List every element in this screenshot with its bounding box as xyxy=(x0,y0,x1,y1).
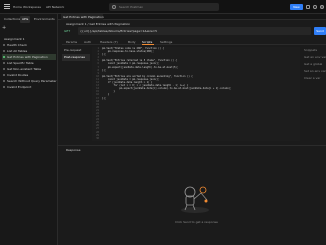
search-icon xyxy=(112,5,116,9)
tab-auth[interactable]: Auth xyxy=(84,39,91,45)
tab-apis[interactable]: APIs xyxy=(20,16,31,23)
home-link[interactable]: Home xyxy=(13,4,22,10)
astronaut-illustration xyxy=(181,186,209,213)
search-placeholder: Search Postman xyxy=(119,5,144,9)
request-method-icon xyxy=(3,80,5,82)
avatar[interactable] xyxy=(320,5,324,9)
breadcrumb: Assignment 1 / Get Entries with Paginati… xyxy=(66,22,131,26)
workspaces-menu[interactable]: Workspaces xyxy=(23,4,41,10)
snippets-panel: Snippets Get an env var Get a global Set an… xyxy=(304,47,326,82)
script-editor[interactable]: 1 2 3 4 5 6 7 8 9 10 11 12 13 14 15 16 17 18 19 20 21 22 23 24 2… xyxy=(92,47,300,141)
sidebar: Collections APIs Environments + Assignme… xyxy=(0,14,58,245)
request-tab[interactable]: Get Entries with Pagination xyxy=(61,14,104,20)
sidebar-item-label: Get Non-existent Table xyxy=(7,67,42,71)
url-bar: GET {{url}}/api/tables/Albums/Entries?pa… xyxy=(62,27,326,35)
snippet-link[interactable]: Clear a var xyxy=(304,75,326,82)
api-network-link[interactable]: API Network xyxy=(46,4,64,10)
response-hint: Click Send to get a response xyxy=(175,220,218,224)
pane-divider[interactable] xyxy=(58,145,326,146)
add-collection-button[interactable]: + xyxy=(2,26,7,31)
sidebar-item-label: Search Without Query Parameter xyxy=(7,79,57,83)
sidebar-item-label: List All Tables xyxy=(7,49,28,53)
line-numbers: 1 2 3 4 5 6 7 8 9 10 11 12 13 14 15 16 17 18 19 20 21 22 23 24 2… xyxy=(92,47,99,140)
snippet-link[interactable]: Get a global xyxy=(304,61,326,68)
menu-icon[interactable] xyxy=(4,4,10,9)
pre-request-tab[interactable]: Pre-request xyxy=(62,47,90,54)
snippets-title: Snippets xyxy=(304,48,318,52)
url-input[interactable]: {{url}}/api/tables/Albums/Entries?page=1… xyxy=(78,27,311,35)
new-button[interactable]: New xyxy=(290,4,303,10)
request-method-icon xyxy=(3,56,5,58)
tab-body[interactable]: Body xyxy=(128,39,136,45)
sidebar-item-label: Invalid Endpoint xyxy=(7,85,32,89)
sidebar-item-label: Assignment 1 xyxy=(4,37,25,41)
line-number: 30 xyxy=(96,136,99,140)
request-method-icon xyxy=(3,86,5,88)
request-method-icon xyxy=(3,74,5,76)
sidebar-item-label: Invalid Routes xyxy=(7,73,29,77)
top-bar: Home Workspaces API Network Search Postm… xyxy=(0,0,326,14)
sidebar-request-item[interactable]: Invalid Endpoint xyxy=(2,84,56,90)
request-tabs: Params Auth Headers (7) Body Scripts Set… xyxy=(62,39,326,45)
tab-headers[interactable]: Headers (7) xyxy=(100,39,118,45)
bell-icon[interactable] xyxy=(313,5,317,9)
method-select[interactable]: GET xyxy=(62,27,76,35)
request-workspace: Get Entries with Pagination Assignment 1… xyxy=(58,14,326,245)
code-area[interactable]: pm.test("Status code is 200", function (… xyxy=(102,47,298,140)
sidebar-item-label: Health Check xyxy=(7,43,28,47)
sidebar-item-label: Get Entries with Pagination xyxy=(7,55,48,59)
snippet-link[interactable]: Set an env var xyxy=(304,68,326,75)
request-method-icon xyxy=(3,50,5,52)
sidebar-item-label: List Specific Table xyxy=(7,61,34,65)
settings-icon[interactable] xyxy=(306,5,310,9)
request-tab-bar: Get Entries with Pagination xyxy=(58,14,326,20)
search-input[interactable]: Search Postman xyxy=(109,3,219,11)
tab-settings[interactable]: Settings xyxy=(160,39,172,45)
tab-params[interactable]: Params xyxy=(66,39,77,45)
request-method-icon xyxy=(3,62,5,64)
snippet-link[interactable]: Get an env var xyxy=(304,54,326,61)
post-response-tab[interactable]: Post-response xyxy=(62,54,90,61)
response-title: Response xyxy=(66,148,81,152)
sidebar-tabs: Collections APIs Environments xyxy=(2,16,57,23)
active-tab-indicator xyxy=(142,44,154,45)
script-type-list: Pre-request Post-response xyxy=(62,47,90,61)
tab-environments[interactable]: Environments xyxy=(32,16,57,23)
request-method-icon xyxy=(3,44,5,46)
send-button[interactable]: Send xyxy=(314,27,326,35)
request-method-icon xyxy=(3,68,5,70)
